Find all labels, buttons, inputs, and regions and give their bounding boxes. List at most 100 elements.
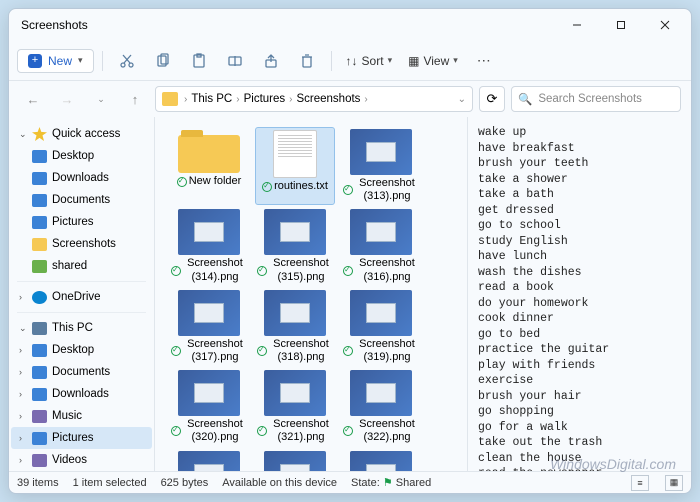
file-item[interactable]: Screenshot (321).png — [255, 368, 335, 446]
sidebar-item[interactable]: ›Documents — [11, 361, 152, 383]
sidebar-item[interactable]: Desktop — [11, 145, 152, 167]
file-item[interactable]: Screenshot (315).png — [255, 207, 335, 285]
file-item[interactable]: Screenshot (325).png — [341, 449, 421, 472]
file-item[interactable]: Screenshot (318).png — [255, 288, 335, 366]
file-item[interactable]: Screenshot (319).png — [341, 288, 421, 366]
screenshot-icon — [178, 209, 240, 255]
chevron-down-icon[interactable]: ⌄ — [458, 94, 466, 105]
file-name: Screenshot (318).png — [257, 338, 333, 364]
screenshot-icon — [350, 129, 412, 175]
status-state: State: ⚑ Shared — [351, 476, 431, 489]
forward-button[interactable]: → — [53, 85, 81, 113]
close-button[interactable] — [643, 11, 687, 39]
share-icon[interactable] — [255, 47, 287, 75]
screenshot-icon — [178, 451, 240, 472]
file-item[interactable]: Screenshot (323).png — [169, 449, 249, 472]
file-item[interactable]: Screenshot (317).png — [169, 288, 249, 366]
sidebar-item[interactable]: Pictures — [11, 211, 152, 233]
back-button[interactable]: ← — [19, 85, 47, 113]
up-button[interactable]: ↑ — [121, 85, 149, 113]
status-selection: 1 item selected — [73, 477, 147, 489]
sync-icon — [171, 426, 181, 436]
maximize-button[interactable] — [599, 11, 643, 39]
window-title: Screenshots — [21, 18, 555, 32]
sidebar-item[interactable]: Documents — [11, 189, 152, 211]
sync-icon — [171, 266, 181, 276]
sidebar-item[interactable]: Screenshots — [11, 233, 152, 255]
screenshot-icon — [264, 451, 326, 472]
sidebar-item[interactable]: shared — [11, 255, 152, 277]
chevron-down-icon: ▾ — [453, 55, 458, 66]
sync-icon — [257, 426, 267, 436]
file-name: Screenshot (322).png — [343, 418, 419, 444]
folder-icon — [162, 92, 178, 106]
folder-icon — [178, 135, 240, 173]
sidebar-item[interactable]: ›Music — [11, 405, 152, 427]
search-icon: 🔍 — [518, 92, 532, 106]
file-name: Screenshot (313).png — [343, 177, 419, 203]
file-item[interactable]: Screenshot (314).png — [169, 207, 249, 285]
sidebar-item-pictures[interactable]: ›Pictures — [11, 427, 152, 449]
view-button[interactable]: ▦ View ▾ — [402, 50, 464, 72]
file-name: Screenshot (314).png — [171, 257, 247, 283]
sidebar-item[interactable]: ›Videos — [11, 449, 152, 471]
file-name: Screenshot (320).png — [171, 418, 247, 444]
titlebar: Screenshots — [9, 9, 691, 41]
sidebar-item[interactable]: ›Downloads — [11, 383, 152, 405]
sync-icon — [257, 266, 267, 276]
new-button-label: New — [48, 54, 72, 68]
icons-view-icon[interactable]: ▦ — [665, 475, 683, 491]
status-bar: 39 items 1 item selected 625 bytes Avail… — [9, 471, 691, 493]
details-view-icon[interactable]: ≡ — [631, 475, 649, 491]
search-input[interactable]: 🔍 Search Screenshots — [511, 86, 681, 112]
file-item[interactable]: Screenshot (324).png — [255, 449, 335, 472]
status-avail: Available on this device — [222, 477, 337, 489]
file-name: routines.txt — [262, 180, 328, 193]
rename-icon[interactable] — [219, 47, 251, 75]
screenshot-icon — [178, 370, 240, 416]
paste-icon[interactable] — [183, 47, 215, 75]
view-icon: ▦ — [408, 54, 419, 68]
sort-button[interactable]: ↑↓ Sort ▾ — [340, 50, 399, 72]
sidebar-onedrive[interactable]: ›OneDrive — [11, 286, 152, 308]
cut-icon[interactable] — [111, 47, 143, 75]
file-name: New folder — [177, 175, 242, 188]
more-icon[interactable]: ⋯ — [468, 47, 500, 75]
sidebar: ⌄Quick access Desktop Downloads Document… — [9, 117, 155, 471]
screenshot-icon — [350, 370, 412, 416]
sidebar-this-pc[interactable]: ⌄This PC — [11, 317, 152, 339]
sort-icon: ↑↓ — [346, 54, 358, 68]
breadcrumb[interactable]: › This PC› Pictures› Screenshots› ⌄ — [155, 86, 473, 112]
new-button[interactable]: + New ▾ — [17, 49, 94, 73]
screenshot-icon — [350, 290, 412, 336]
sidebar-item[interactable]: ›Desktop — [11, 339, 152, 361]
file-item[interactable]: Screenshot (320).png — [169, 368, 249, 446]
screenshot-icon — [350, 451, 412, 472]
address-bar: ← → ⌄ ↑ › This PC› Pictures› Screenshots… — [9, 81, 691, 117]
textfile-icon — [273, 130, 317, 178]
sidebar-quick-access[interactable]: ⌄Quick access — [11, 123, 152, 145]
file-name: Screenshot (319).png — [343, 338, 419, 364]
plus-icon: + — [28, 54, 42, 68]
file-item[interactable]: New folder — [169, 127, 249, 205]
recent-button[interactable]: ⌄ — [87, 85, 115, 113]
file-name: Screenshot (316).png — [343, 257, 419, 283]
sync-icon — [343, 266, 353, 276]
explorer-window: Screenshots + New ▾ ↑↓ Sort ▾ ▦ View ▾ ⋯ — [8, 8, 692, 494]
file-item[interactable]: routines.txt — [255, 127, 335, 205]
toolbar: + New ▾ ↑↓ Sort ▾ ▦ View ▾ ⋯ — [9, 41, 691, 81]
delete-icon[interactable] — [291, 47, 323, 75]
refresh-button[interactable]: ⟳ — [479, 86, 505, 112]
chevron-down-icon: ▾ — [388, 55, 393, 66]
copy-icon[interactable] — [147, 47, 179, 75]
file-item[interactable]: Screenshot (316).png — [341, 207, 421, 285]
file-item[interactable]: Screenshot (322).png — [341, 368, 421, 446]
minimize-button[interactable] — [555, 11, 599, 39]
screenshot-icon — [350, 209, 412, 255]
status-size: 625 bytes — [161, 477, 209, 489]
file-name: Screenshot (315).png — [257, 257, 333, 283]
sidebar-item[interactable]: Downloads — [11, 167, 152, 189]
chevron-down-icon: ▾ — [78, 55, 83, 66]
screenshot-icon — [178, 290, 240, 336]
file-item[interactable]: Screenshot (313).png — [341, 127, 421, 205]
